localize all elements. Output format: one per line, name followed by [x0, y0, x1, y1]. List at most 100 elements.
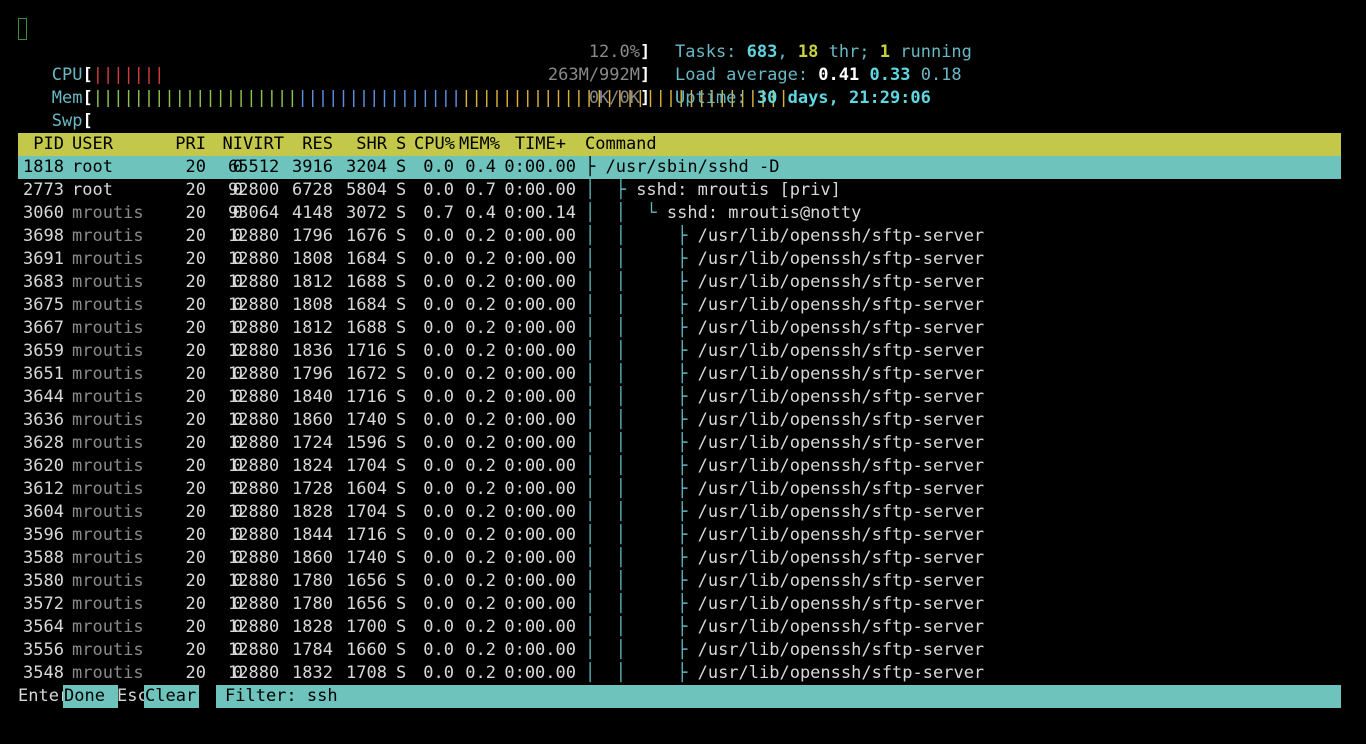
proc-res: 1836: [292, 341, 333, 361]
proc-shr: 1716: [346, 387, 387, 407]
proc-res: 1828: [292, 502, 333, 522]
proc-virt: 65512: [228, 157, 280, 177]
col-user[interactable]: USER: [72, 133, 113, 156]
proc-time: 0:00.00: [504, 479, 576, 499]
proc-user: mroutis: [72, 571, 144, 591]
proc-user: mroutis: [72, 341, 144, 361]
proc-cpu: 0.7: [423, 203, 454, 223]
process-row[interactable]: 3636 mroutis 20 0 12880 1860 1740 S 0.0 0.2 0:00.0…: [18, 409, 1341, 432]
proc-virt: 12880: [228, 548, 280, 568]
process-row[interactable]: 1818 root 20 0 65512 3916 3204 S 0.0 0.4 0:00.00 ├ …: [18, 156, 1341, 179]
proc-virt: 92800: [228, 180, 280, 200]
proc-mem: 0.4: [465, 157, 496, 177]
proc-command: │ │ ├ /usr/lib/openssh/sftp-server: [585, 248, 984, 271]
proc-pri: 20: [185, 272, 206, 292]
col-pri[interactable]: PRI: [148, 133, 206, 156]
proc-cpu: 0.0: [423, 594, 454, 614]
col-time[interactable]: TIME+: [498, 133, 566, 156]
proc-pri: 20: [185, 663, 206, 683]
col-pid[interactable]: PID: [18, 133, 64, 156]
col-shr[interactable]: SHR: [338, 133, 387, 156]
proc-pri: 20: [185, 617, 206, 637]
process-row[interactable]: 3651 mroutis 20 0 12880 1796 1672 S 0.0 0.2 0:00.0…: [18, 363, 1341, 386]
proc-virt: 12880: [228, 341, 280, 361]
process-row[interactable]: 3683 mroutis 20 0 12880 1812 1688 S 0.0 0.2 0:00.0…: [18, 271, 1341, 294]
proc-pri: 20: [185, 387, 206, 407]
process-row[interactable]: 3644 mroutis 20 0 12880 1840 1716 S 0.0 0.2 0:00.0…: [18, 386, 1341, 409]
process-table-header[interactable]: PID USER PRI NI VIRT RES SHR S CPU% MEM%…: [18, 133, 1341, 156]
proc-user: mroutis: [72, 456, 144, 476]
col-mem[interactable]: MEM%: [459, 133, 500, 156]
proc-state: S: [396, 502, 407, 522]
process-row[interactable]: 3564 mroutis 20 0 12880 1828 1700 S 0.0 0.2 0:00.0…: [18, 616, 1341, 639]
proc-shr: 1656: [346, 594, 387, 614]
proc-virt: 93064: [228, 203, 280, 223]
col-ni[interactable]: NI: [206, 133, 243, 156]
process-row[interactable]: 3556 mroutis 20 0 12880 1784 1660 S 0.0 0.2 0:00.0…: [18, 639, 1341, 662]
col-state[interactable]: S: [396, 133, 406, 156]
proc-mem: 0.2: [465, 272, 496, 292]
filter-input[interactable]: Filter: ssh: [216, 685, 1341, 708]
proc-pid: 3644: [23, 387, 64, 407]
proc-cpu: 0.0: [423, 318, 454, 338]
process-row[interactable]: 3580 mroutis 20 0 12880 1780 1656 S 0.0 0.2 0:00.0…: [18, 570, 1341, 593]
mem-bars-segment: ||||||||||||||||: [297, 88, 462, 108]
tasks-count: 683: [746, 42, 778, 62]
proc-command: │ │ ├ /usr/lib/openssh/sftp-server: [585, 501, 984, 524]
process-row[interactable]: 3628 mroutis 20 0 12880 1724 1596 S 0.0 0.2 0:00.0…: [18, 432, 1341, 455]
process-row[interactable]: 3698 mroutis 20 0 12880 1796 1676 S 0.0 0.2 0:00.0…: [18, 225, 1341, 248]
proc-res: 1780: [292, 594, 333, 614]
process-row[interactable]: 3620 mroutis 20 0 12880 1824 1704 S 0.0 0.2 0:00.0…: [18, 455, 1341, 478]
process-row[interactable]: 3060 mroutis 20 0 93064 4148 3072 S 0.7 0.4 0:00.1…: [18, 202, 1341, 225]
proc-user: mroutis: [72, 318, 144, 338]
tasks-comma: ,: [777, 42, 798, 62]
proc-state: S: [396, 594, 407, 614]
clear-action[interactable]: Clear: [144, 685, 199, 708]
proc-shr: 1740: [346, 410, 387, 430]
proc-shr: 1688: [346, 272, 387, 292]
process-row[interactable]: 3675 mroutis 20 0 12880 1808 1684 S 0.0 0.2 0:00.0…: [18, 294, 1341, 317]
col-command[interactable]: Command: [585, 133, 657, 156]
col-virt[interactable]: VIRT: [243, 133, 284, 156]
running-count: 1: [879, 42, 891, 62]
proc-state: S: [396, 364, 407, 384]
filter-value[interactable]: ssh: [307, 686, 338, 706]
proc-pid: 3667: [23, 318, 64, 338]
proc-pid: 3580: [23, 571, 64, 591]
process-row[interactable]: 3691 mroutis 20 0 12880 1808 1684 S 0.0 0.2 0:00.0…: [18, 248, 1341, 271]
process-row[interactable]: 3659 mroutis 20 0 12880 1836 1716 S 0.0 0.2 0:00.0…: [18, 340, 1341, 363]
command-text: /usr/lib/openssh/sftp-server: [697, 525, 985, 545]
process-row[interactable]: 3588 mroutis 20 0 12880 1860 1740 S 0.0 0.2 0:00.0…: [18, 547, 1341, 570]
process-row[interactable]: 3596 mroutis 20 0 12880 1844 1716 S 0.0 0.2 0:00.0…: [18, 524, 1341, 547]
command-text: /usr/lib/openssh/sftp-server: [697, 295, 985, 315]
mem-bars-segment: ||||||||||||||||||||: [92, 88, 298, 108]
load-average-label: Load average:: [675, 65, 819, 85]
proc-pid: 1818: [23, 157, 64, 177]
tree-connector: │ │ ├: [585, 663, 698, 683]
process-row[interactable]: 3667 mroutis 20 0 12880 1812 1688 S 0.0 0.2 0:00.0…: [18, 317, 1341, 340]
proc-pid: 3691: [23, 249, 64, 269]
process-row[interactable]: 3572 mroutis 20 0 12880 1780 1656 S 0.0 0.2 0:00.0…: [18, 593, 1341, 616]
command-text: /usr/lib/openssh/sftp-server: [697, 548, 985, 568]
col-cpu[interactable]: CPU%: [414, 133, 455, 156]
done-action[interactable]: Done: [63, 685, 118, 708]
process-row[interactable]: 3612 mroutis 20 0 12880 1728 1604 S 0.0 0.2 0:00.0…: [18, 478, 1341, 501]
swp-meter-close-bracket: ]: [640, 88, 651, 108]
proc-pid: 3659: [23, 341, 64, 361]
tree-connector: │ │ ├: [585, 387, 698, 407]
col-res[interactable]: RES: [283, 133, 333, 156]
proc-user: mroutis: [72, 226, 144, 246]
proc-cpu: 0.0: [423, 249, 454, 269]
proc-user: mroutis: [72, 525, 144, 545]
proc-pri: 20: [185, 295, 206, 315]
process-row[interactable]: 3604 mroutis 20 0 12880 1828 1704 S 0.0 0.2 0:00.0…: [18, 501, 1341, 524]
proc-pri: 20: [185, 318, 206, 338]
proc-shr: 1740: [346, 548, 387, 568]
process-row[interactable]: 3548 mroutis 20 0 12880 1832 1708 S 0.0 0.2 0:00.0…: [18, 662, 1341, 685]
process-row[interactable]: 2773 root 20 0 92800 6728 5804 S 0.0 0.7 0:00.00 │ …: [18, 179, 1341, 202]
proc-pri: 20: [185, 226, 206, 246]
proc-pid: 3612: [23, 479, 64, 499]
tree-connector: │ │ ├: [585, 617, 698, 637]
proc-virt: 12880: [228, 249, 280, 269]
proc-state: S: [396, 617, 407, 637]
